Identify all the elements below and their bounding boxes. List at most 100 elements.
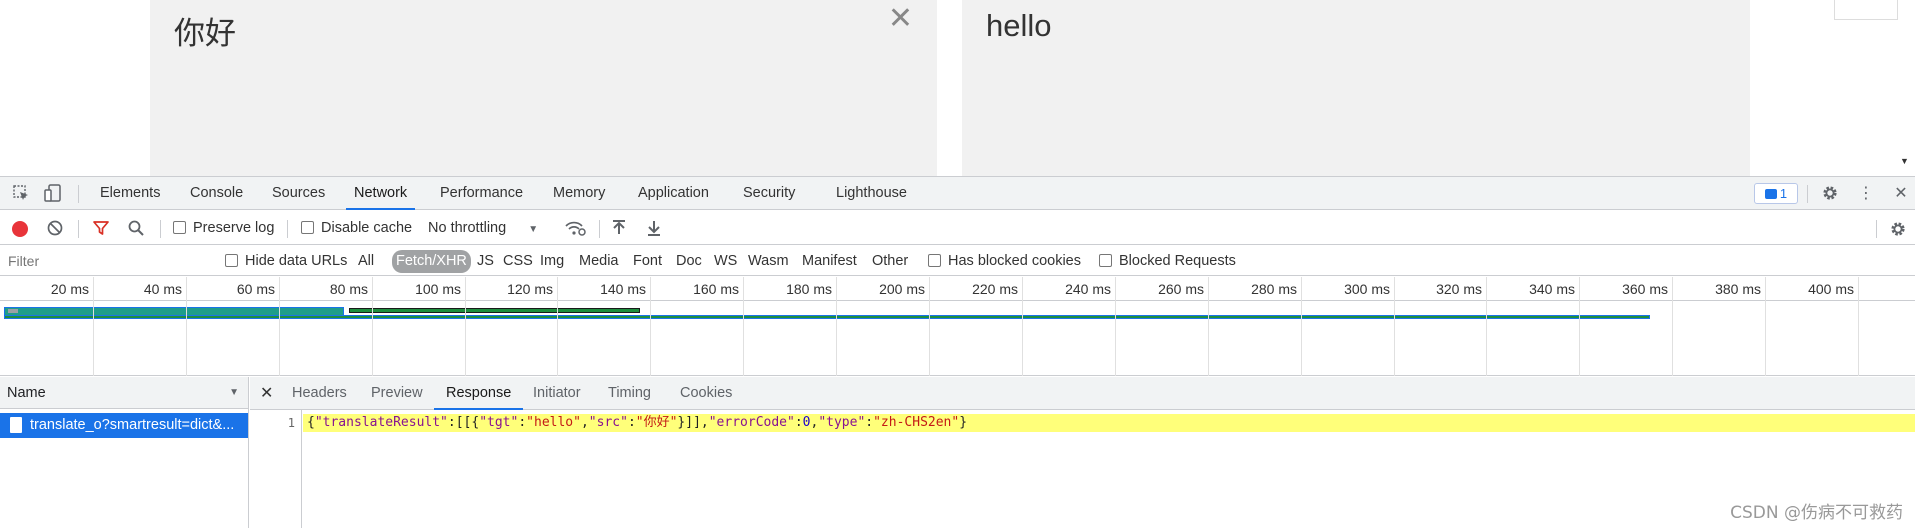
timeline-gridline [743, 277, 744, 376]
blocked-requests-checkbox[interactable]: Blocked Requests [1099, 246, 1236, 276]
more-options-icon[interactable]: ⋮ [1855, 183, 1877, 205]
blocked-requests-label: Blocked Requests [1119, 253, 1236, 269]
clear-log-icon[interactable] [46, 219, 64, 237]
line-gutter: 1 [250, 410, 302, 528]
response-body[interactable]: {"translateResult":[[{"tgt":"hello","src… [303, 414, 1915, 432]
tab-security[interactable]: Security [743, 177, 795, 210]
filter-type-font[interactable]: Font [633, 246, 662, 276]
filter-type-wasm[interactable]: Wasm [748, 246, 789, 276]
devtools-tabbar: Elements Console Sources Network Performance… [0, 177, 1915, 210]
request-row[interactable]: translate_o?smartresult=dict&... [0, 413, 248, 438]
checkbox[interactable] [173, 221, 186, 234]
network-overview-timeline[interactable]: 20 ms 40 ms 60 ms 80 ms 100 ms 120 ms 140 ms 16… [0, 277, 1915, 376]
timeline-tick-label: 380 ms [1715, 281, 1761, 297]
detail-tab-cookies[interactable]: Cookies [680, 377, 732, 410]
timeline-tick-label: 20 ms [50, 281, 89, 297]
throttling-value: No throttling [428, 220, 507, 236]
export-har-icon[interactable] [645, 219, 663, 237]
filter-type-media[interactable]: Media [579, 246, 619, 276]
timeline-gridline [650, 277, 651, 376]
separator [1876, 220, 1877, 238]
close-detail-icon[interactable]: ✕ [260, 377, 273, 410]
filter-type-fetch-xhr[interactable]: Fetch/XHR [392, 250, 471, 273]
filter-type-img[interactable]: Img [540, 246, 564, 276]
tab-lighthouse[interactable]: Lighthouse [836, 177, 907, 210]
filter-type-ws[interactable]: WS [714, 246, 737, 276]
tab-performance[interactable]: Performance [440, 177, 523, 210]
detail-tab-response[interactable]: Response [433, 377, 524, 410]
has-blocked-cookies-checkbox[interactable]: Has blocked cookies [928, 246, 1081, 276]
network-conditions-icon[interactable] [564, 219, 586, 237]
filter-input[interactable] [4, 250, 210, 272]
timeline-gridline [1672, 277, 1673, 376]
separator [160, 220, 161, 238]
timeline-tick-label: 400 ms [1808, 281, 1854, 297]
source-text-box[interactable]: 你好 ✕ [150, 0, 937, 176]
tab-elements[interactable]: Elements [100, 177, 160, 210]
detail-tab-preview[interactable]: Preview [371, 377, 423, 410]
filter-type-other[interactable]: Other [872, 246, 908, 276]
timeline-gridline [1301, 277, 1302, 376]
request-detail: ✕ Headers Preview Response Initiator Timing C… [250, 377, 1915, 528]
checkbox[interactable] [928, 254, 941, 267]
tab-console[interactable]: Console [190, 177, 243, 210]
timeline-tick-label: 40 ms [143, 281, 182, 297]
tab-application[interactable]: Application [638, 177, 709, 210]
filter-type-doc[interactable]: Doc [676, 246, 702, 276]
disable-cache-label: Disable cache [321, 220, 413, 236]
corner-widget[interactable] [1834, 0, 1898, 20]
import-har-icon[interactable] [610, 219, 628, 237]
settings-gear-icon[interactable] [1819, 183, 1841, 205]
close-devtools-icon[interactable]: ✕ [1890, 183, 1912, 205]
checkbox[interactable] [301, 221, 314, 234]
timeline-gridline [1486, 277, 1487, 376]
name-column-header[interactable]: Name ▼ [0, 377, 248, 409]
timeline-tick-label: 180 ms [786, 281, 832, 297]
tab-network[interactable]: Network [345, 177, 416, 210]
detail-tab-headers[interactable]: Headers [292, 377, 347, 410]
hide-data-urls-checkbox[interactable]: Hide data URLs [225, 246, 347, 276]
detail-tab-initiator[interactable]: Initiator [533, 377, 581, 410]
tab-memory[interactable]: Memory [553, 177, 605, 210]
chevron-down-icon: ▼ [528, 224, 539, 235]
detail-tab-timing[interactable]: Timing [608, 377, 651, 410]
filter-icon[interactable] [92, 219, 110, 237]
issues-badge[interactable]: 1 [1754, 183, 1798, 204]
timeline-tick-label: 60 ms [236, 281, 275, 297]
timeline-gridline [929, 277, 930, 376]
filter-type-all[interactable]: All [358, 246, 374, 276]
watermark: CSDN @伤病不可救药 [1730, 503, 1903, 523]
filter-type-css[interactable]: CSS [503, 246, 533, 276]
request-name: translate_o?smartresult=dict&... [30, 417, 235, 433]
preserve-log-checkbox[interactable]: Preserve log [173, 211, 274, 245]
record-button[interactable] [12, 221, 28, 237]
screen: 你好 ✕ hello ▼ Elements Console Sources Netwo… [0, 0, 1915, 528]
timeline-gridline [465, 277, 466, 376]
throttling-select[interactable]: No throttling ▼ [428, 211, 538, 245]
timeline-tick-label: 140 ms [600, 281, 646, 297]
translation-result-box: hello [962, 0, 1750, 176]
requests-area: Name ▼ translate_o?smartresult=dict&... ✕… [0, 377, 1915, 528]
disable-cache-checkbox[interactable]: Disable cache [301, 211, 412, 245]
clear-icon[interactable]: ✕ [888, 4, 913, 34]
timeline-tick-label: 280 ms [1251, 281, 1297, 297]
inspect-element-icon[interactable] [10, 183, 32, 205]
translation-text: hello [986, 8, 1052, 43]
tab-sources[interactable]: Sources [272, 177, 325, 210]
waterfall-bar [4, 315, 1650, 319]
checkbox[interactable] [225, 254, 238, 267]
name-header-label: Name [7, 385, 46, 401]
checkbox[interactable] [1099, 254, 1112, 267]
timeline-tick-label: 80 ms [329, 281, 368, 297]
sort-arrow-icon: ▼ [229, 387, 239, 398]
preserve-log-label: Preserve log [193, 220, 275, 236]
filter-bar: Hide data URLs All Fetch/XHR JS CSS Img Media… [0, 246, 1915, 276]
network-settings-icon[interactable] [1888, 219, 1906, 237]
scroll-down-icon[interactable]: ▼ [1900, 156, 1909, 166]
timeline-tick-label: 100 ms [415, 281, 461, 297]
timeline-gridline [186, 277, 187, 376]
filter-type-manifest[interactable]: Manifest [802, 246, 857, 276]
filter-type-js[interactable]: JS [477, 246, 494, 276]
search-icon[interactable] [127, 219, 145, 237]
device-toolbar-icon[interactable] [42, 183, 64, 205]
